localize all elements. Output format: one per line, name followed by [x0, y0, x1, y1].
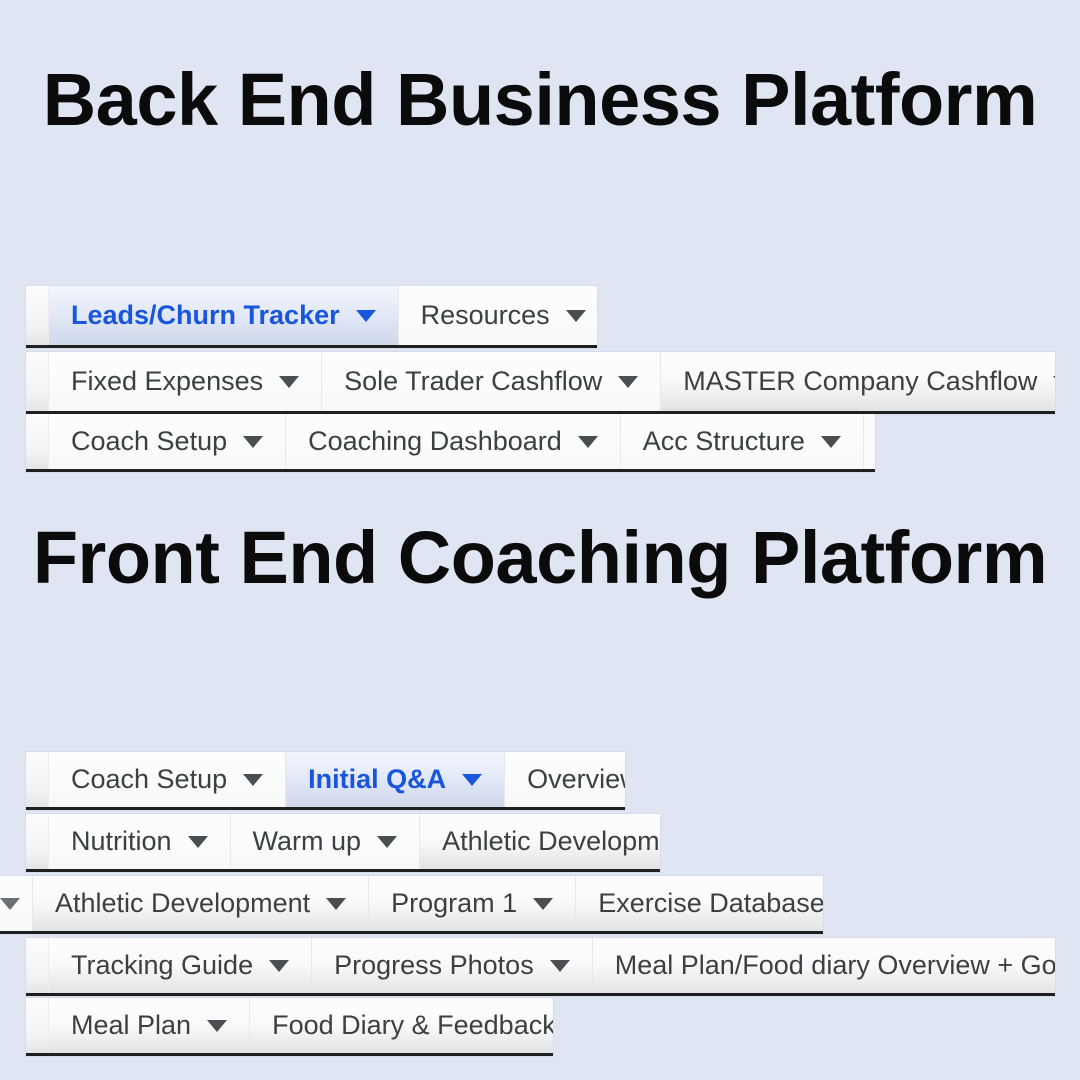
tab-row-frontend-5: Meal Plan Food Diary & Feedback — [26, 998, 553, 1056]
tab-label: Exercise Database — [598, 888, 823, 918]
tab-resources[interactable]: Resources — [398, 286, 597, 345]
tab-row-backend-2: Fixed Expenses Sole Trader Cashflow MAST… — [26, 352, 1055, 414]
tab-label: Sole Trader Cashflow — [344, 366, 603, 396]
tab-label: Food Diary & Feedback — [272, 1010, 553, 1040]
chevron-down-icon[interactable] — [533, 897, 554, 910]
tab-label: Athletic Development — [442, 826, 660, 856]
tab-label: MASTER Company Cashflow — [683, 366, 1038, 396]
tab-label: Leads/Churn Tracker — [71, 300, 340, 330]
tab-coach-setup-frontend[interactable]: Coach Setup — [49, 752, 287, 807]
tab-row-frontend-3: Athletic Development Program 1 Exercise … — [0, 876, 823, 934]
tab-overview[interactable]: Overview — [505, 752, 625, 807]
page-title-backend: Back End Business Platform — [42, 58, 1038, 141]
tab-label: Coach Setup — [71, 764, 228, 794]
chevron-down-icon[interactable] — [0, 897, 20, 910]
tab-coach-setup-backend[interactable]: Coach Setup — [49, 414, 287, 469]
tab-progress-photos[interactable]: Progress Photos — [312, 938, 593, 993]
tab-exercise-database[interactable]: Exercise Database — [576, 876, 823, 931]
slide-canvas: Back End Business Platform Leads/Churn T… — [0, 0, 1080, 1080]
chevron-down-icon[interactable] — [269, 959, 290, 972]
tab-row-backend-1: Leads/Churn Tracker Resources — [26, 286, 597, 348]
chevron-down-icon[interactable] — [243, 435, 264, 448]
tab-coaching-dashboard[interactable]: Coaching Dashboard — [286, 414, 621, 469]
tab-label: Acc Structure — [642, 426, 805, 456]
tab-label: Coach Setup — [71, 426, 228, 456]
tab-program-1[interactable]: Program 1 — [369, 876, 577, 931]
strip-left-gutter — [26, 352, 49, 411]
chevron-down-icon[interactable] — [549, 959, 570, 972]
chevron-down-icon[interactable] — [326, 897, 347, 910]
chevron-down-icon[interactable] — [279, 375, 300, 388]
chevron-down-icon[interactable] — [187, 835, 208, 848]
chevron-down-icon[interactable] — [243, 773, 264, 786]
strip-left-gutter — [26, 998, 49, 1053]
tab-label: Meal Plan/Food diary Overview + Goals — [614, 950, 1055, 980]
strip-left-gutter — [26, 752, 49, 807]
strip-left-gutter — [26, 286, 49, 345]
chevron-down-icon[interactable] — [565, 309, 586, 322]
tab-label: Initial Q&A — [308, 764, 447, 794]
tab-label: Program 1 — [391, 888, 518, 918]
tab-food-diary-feedback[interactable]: Food Diary & Feedback — [250, 998, 553, 1053]
tab-meal-plan[interactable]: Meal Plan — [49, 998, 251, 1053]
tab-athletic-development[interactable]: Athletic Development — [420, 814, 660, 869]
tab-leads-churn-tracker[interactable]: Leads/Churn Tracker — [49, 286, 399, 345]
tab-row-frontend-2: Nutrition Warm up Athletic Development — [26, 814, 660, 872]
chevron-down-icon[interactable] — [355, 309, 376, 322]
tab-label: Athletic Development — [55, 888, 311, 918]
tab-sole-trader-cashflow[interactable]: Sole Trader Cashflow — [322, 352, 662, 411]
tab-initial-qa[interactable]: Initial Q&A — [286, 752, 506, 807]
chevron-down-icon[interactable] — [820, 435, 841, 448]
tab-nutrition[interactable]: Nutrition — [49, 814, 231, 869]
tab-label: Warm up — [252, 826, 362, 856]
tab-fixed-expenses[interactable]: Fixed Expenses — [49, 352, 323, 411]
chevron-down-icon[interactable] — [207, 1019, 228, 1032]
tab-master-company-cashflow[interactable]: MASTER Company Cashflow — [661, 352, 1055, 411]
tab-row-frontend-4: Tracking Guide Progress Photos Meal Plan… — [26, 938, 1055, 996]
tab-label: Fixed Expenses — [71, 366, 264, 396]
chevron-down-icon[interactable] — [377, 835, 398, 848]
tab-label: Resources — [420, 300, 550, 330]
tab-label: Nutrition — [71, 826, 172, 856]
page-title-frontend: Front End Coaching Platform — [32, 516, 1048, 599]
chevron-down-icon[interactable] — [462, 773, 483, 786]
tab-meal-plan-food-diary-overview-goals[interactable]: Meal Plan/Food diary Overview + Goals — [592, 938, 1055, 993]
tab-label: Progress Photos — [334, 950, 534, 980]
chevron-down-icon[interactable] — [577, 435, 598, 448]
tab-acc-structure[interactable]: Acc Structure — [620, 414, 864, 469]
tab-label: Coaching Dashboard — [308, 426, 562, 456]
tab-warm-up[interactable]: Warm up — [230, 814, 421, 869]
tab-label: Meal Plan — [71, 1010, 192, 1040]
strip-left-gutter — [26, 938, 49, 993]
tab-row-frontend-1: Coach Setup Initial Q&A Overview — [26, 752, 625, 810]
tab-label: Tracking Guide — [71, 950, 254, 980]
strip-left-gutter — [26, 814, 49, 869]
chevron-down-icon[interactable] — [618, 375, 639, 388]
tab-row-backend-3: Coach Setup Coaching Dashboard Acc Struc… — [26, 414, 875, 472]
tab-label: Overview — [527, 764, 625, 794]
strip-left-gutter — [26, 414, 49, 469]
tab-athletic-development-2[interactable]: Athletic Development — [33, 876, 370, 931]
tab-clipped-previous[interactable] — [0, 876, 33, 931]
tab-tracking-guide[interactable]: Tracking Guide — [49, 938, 313, 993]
chevron-down-icon[interactable] — [1053, 375, 1055, 388]
